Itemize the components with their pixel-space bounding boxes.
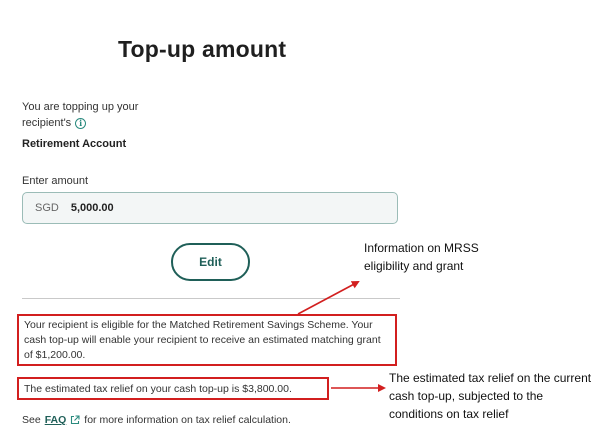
faq-link[interactable]: FAQ: [45, 414, 67, 426]
intro-text-line-2: recipient's i: [22, 117, 87, 129]
edit-button[interactable]: Edit: [171, 243, 250, 281]
tax-relief-notice: The estimated tax relief on your cash to…: [17, 377, 329, 400]
account-name: Retirement Account: [22, 138, 127, 150]
intro-recipient-label: recipient's: [22, 117, 72, 129]
currency-label: SGD: [35, 202, 59, 214]
annotation-tax-relief: The estimated tax relief on the current …: [389, 371, 592, 421]
info-icon[interactable]: i: [75, 117, 87, 129]
amount-label: Enter amount: [22, 175, 89, 187]
faq-prefix: See: [22, 414, 41, 426]
tax-relief-text: The estimated tax relief on your cash to…: [24, 383, 292, 395]
page-title: Top-up amount: [118, 36, 287, 62]
faq-line: See FAQ for more information on tax reli…: [22, 414, 291, 426]
amount-input[interactable]: SGD 5,000.00: [22, 192, 398, 224]
annotation-mrss: Information on MRSS eligibility and gran…: [364, 241, 479, 273]
mrss-eligibility-notice: Your recipient is eligible for the Match…: [17, 314, 397, 366]
divider: [22, 298, 400, 299]
external-link-icon[interactable]: [70, 415, 80, 425]
intro-text-line-1: You are topping up your: [22, 101, 139, 113]
faq-suffix: for more information on tax relief calcu…: [84, 414, 291, 426]
amount-value: 5,000.00: [70, 202, 114, 214]
mrss-eligibility-text: Your recipient is eligible for the Match…: [24, 319, 381, 361]
